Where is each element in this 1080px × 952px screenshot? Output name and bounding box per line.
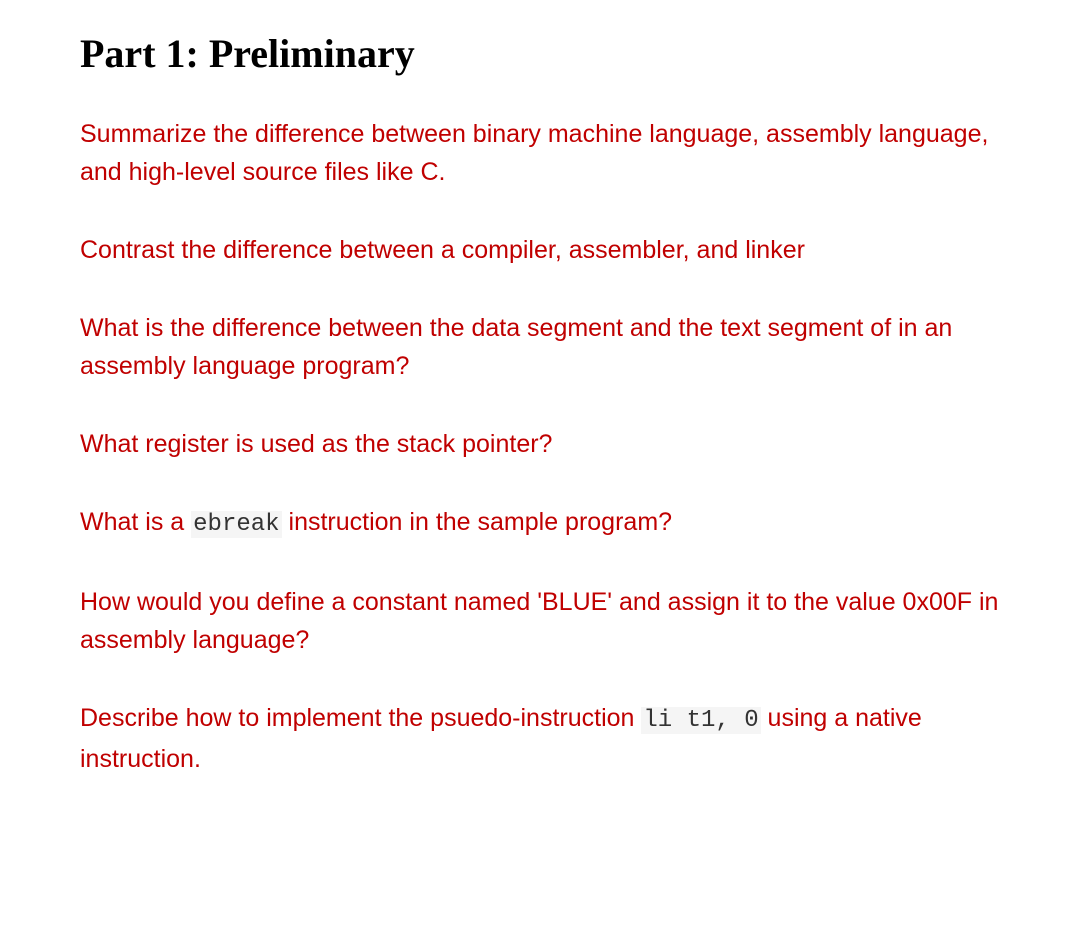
question-text: What is a bbox=[80, 508, 191, 536]
question-7: Describe how to implement the psuedo-ins… bbox=[80, 699, 1000, 777]
question-text: instruction in the sample program? bbox=[282, 508, 672, 536]
section-heading: Part 1: Preliminary bbox=[80, 30, 1000, 77]
code-li-instruction: li t1, 0 bbox=[641, 707, 760, 734]
code-ebreak: ebreak bbox=[191, 511, 281, 538]
question-2: Contrast the difference between a compil… bbox=[80, 231, 1000, 269]
question-5: What is a ebreak instruction in the samp… bbox=[80, 503, 1000, 543]
question-3: What is the difference between the data … bbox=[80, 309, 1000, 385]
question-6: How would you define a constant named 'B… bbox=[80, 583, 1000, 659]
question-1: Summarize the difference between binary … bbox=[80, 115, 1000, 191]
question-4: What register is used as the stack point… bbox=[80, 425, 1000, 463]
question-text: Describe how to implement the psuedo-ins… bbox=[80, 704, 641, 732]
